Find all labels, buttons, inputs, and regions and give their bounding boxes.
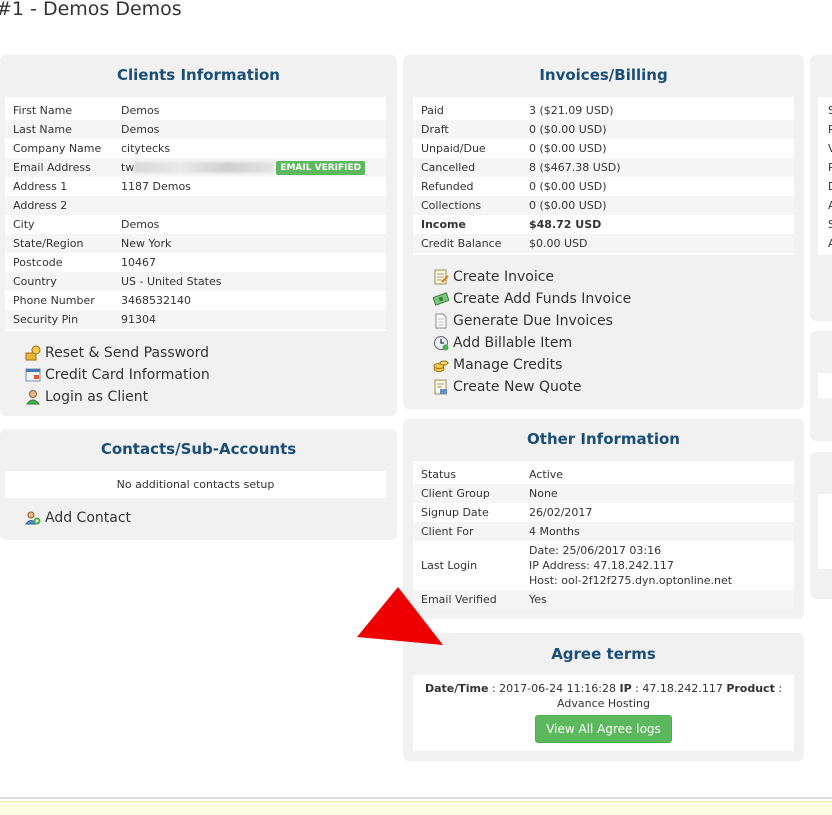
add-funds-icon (433, 291, 449, 307)
redacted-email (134, 162, 275, 173)
reset-password-link[interactable]: Reset & Send Password (25, 342, 210, 364)
red-arrow-icon (357, 587, 443, 645)
table-row: Client Group None (413, 484, 794, 503)
table-row: Refunded 0 ($0.00 USD) (421, 180, 607, 193)
contacts-title: Contacts/Sub-Accounts (100, 440, 297, 458)
invoice-icon (433, 269, 449, 285)
clients-actions: Reset & Send Password Credit Card Inform… (25, 342, 210, 408)
document-icon (433, 313, 449, 329)
view-all-agree-logs-button[interactable]: View All Agree logs (535, 715, 672, 743)
table-row: Cancelled 8 ($467.38 USD) (413, 158, 794, 177)
table-row: Last Login Date: 25/06/2017 03:16 IP Add… (413, 541, 794, 590)
last-login-date: Date: 25/06/2017 03:16 (529, 544, 662, 557)
quote-icon (433, 379, 449, 395)
agree-terms-box: Date/Time : 2017-06-24 11:16:28 IP : 47.… (413, 675, 794, 751)
table-row: Phone Number 3468532140 (13, 294, 191, 307)
table-row: Email Address tw EMAIL VERIFIED (5, 158, 386, 177)
table-row: Client For 4 Months (413, 522, 794, 541)
footer-notice-bar (0, 801, 832, 815)
table-row: Signup Date 26/02/2017 (421, 506, 593, 519)
email-verified-badge: EMAIL VERIFIED (276, 160, 366, 175)
agree-terms-title: Agree terms (551, 645, 656, 663)
create-invoice-link[interactable]: Create Invoice (433, 266, 631, 288)
manage-credits-link[interactable]: Manage Credits (433, 354, 631, 376)
right-stub-table: SRVRDASA (818, 97, 832, 255)
user-login-icon (25, 389, 41, 405)
table-row: Address 1 1187 Demos (13, 180, 191, 193)
create-add-funds-invoice-link[interactable]: Create Add Funds Invoice (433, 288, 631, 310)
email-value: tw (121, 160, 135, 174)
key-icon (25, 345, 41, 361)
table-row: First Name Demos (13, 104, 160, 117)
coins-icon (433, 357, 449, 373)
login-as-client-link[interactable]: Login as Client (25, 386, 210, 408)
table-row: Draft 0 ($0.00 USD) (413, 120, 794, 139)
table-row: Credit Balance $0.00 USD (413, 234, 794, 253)
table-row: Paid 3 ($21.09 USD) (421, 104, 614, 117)
last-login-ip: IP Address: 47.18.242.117 (529, 559, 674, 572)
table-row: Status Active (421, 468, 564, 481)
table-row: Collections 0 ($0.00 USD) (413, 196, 794, 215)
clients-information-title: Clients Information (116, 66, 280, 84)
agree-terms-details: Date/Time : 2017-06-24 11:16:28 IP : 47.… (424, 682, 783, 710)
table-row: Country US - United States (5, 272, 386, 291)
table-row: Postcode 10467 (13, 256, 156, 269)
add-contact-link[interactable]: Add Contact (25, 507, 131, 529)
table-row: City Demos (13, 218, 160, 231)
table-row: Unpaid/Due 0 ($0.00 USD) (421, 142, 607, 155)
create-new-quote-link[interactable]: Create New Quote (433, 376, 631, 398)
generate-due-invoices-link[interactable]: Generate Due Invoices (433, 310, 631, 332)
table-row: Security Pin 91304 (5, 310, 386, 329)
clients-information-table: First Name Demos Last Name Demos Company N… (5, 97, 386, 331)
add-billable-item-link[interactable]: Add Billable Item (433, 332, 631, 354)
right-stub-box-3 (818, 494, 832, 569)
right-stub-box-2 (818, 373, 832, 398)
table-row: Email Verified Yes (413, 590, 794, 609)
billable-clock-icon (433, 335, 449, 351)
table-row: Address 2 (5, 196, 386, 215)
invoices-table: Paid 3 ($21.09 USD) Draft 0 ($0.00 USD) Un… (413, 97, 794, 255)
other-information-table: Status Active Client Group None Signup Dat… (413, 461, 794, 609)
last-login-host: Host: ool-2f12f275.dyn.optonline.net (529, 574, 733, 587)
table-row: Income $48.72 USD (421, 218, 602, 231)
page-title: #1 - Demos Demos (0, 0, 182, 20)
invoice-actions: Create Invoice Create Add Funds Invoice … (433, 266, 631, 398)
table-row: State/Region New York (5, 234, 386, 253)
contacts-empty-box: No additional contacts setup (5, 471, 386, 498)
credit-card-icon (25, 367, 41, 383)
no-contacts-text: No additional contacts setup (116, 478, 275, 491)
invoices-title: Invoices/Billing (539, 66, 668, 84)
other-information-title: Other Information (527, 430, 680, 448)
table-row: Company Name citytecks (13, 142, 171, 155)
credit-card-info-link[interactable]: Credit Card Information (25, 364, 210, 386)
contacts-actions: Add Contact (25, 507, 131, 529)
add-contact-icon (25, 510, 41, 526)
table-row: Last Name Demos (5, 120, 386, 139)
footer-divider (0, 797, 832, 799)
